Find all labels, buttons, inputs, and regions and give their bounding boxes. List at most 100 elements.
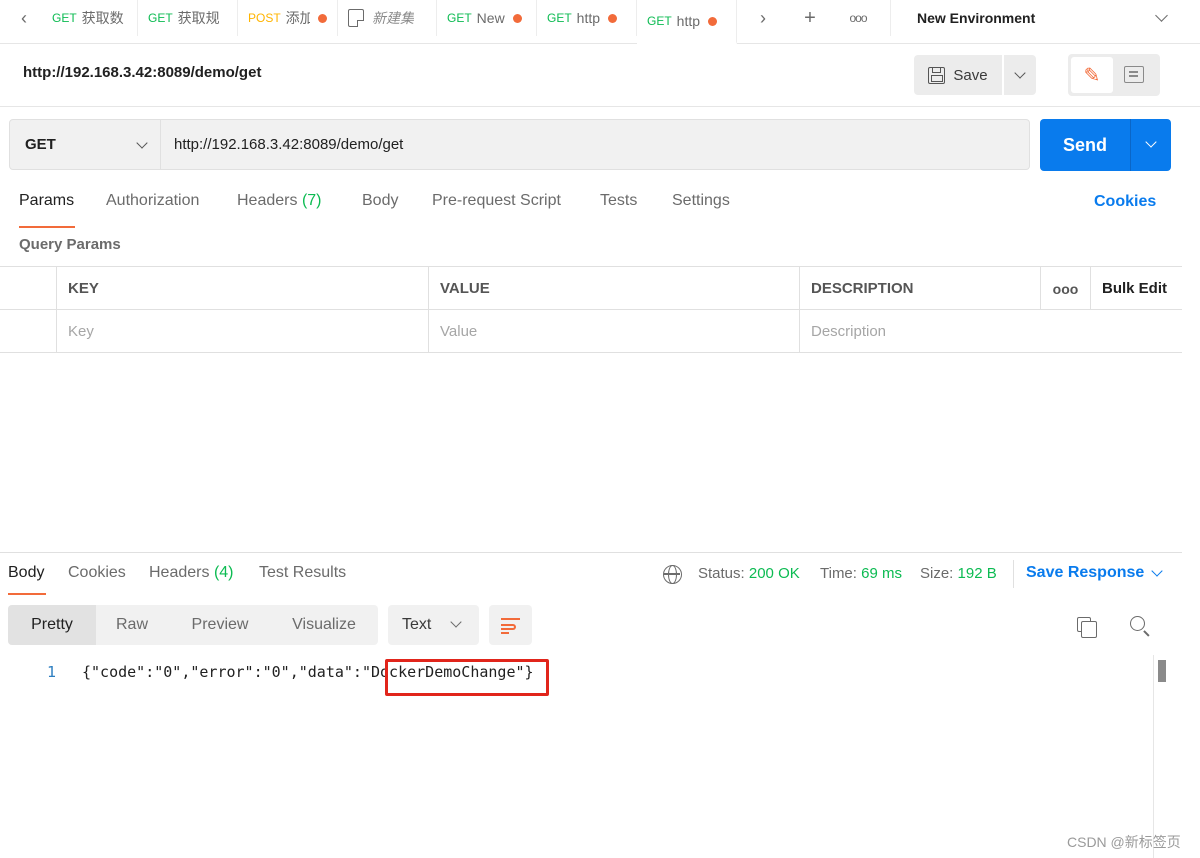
view-visualize[interactable]: Visualize — [272, 605, 376, 645]
copy-icon[interactable] — [1077, 617, 1097, 638]
tab-headers[interactable]: Headers (7) — [237, 192, 322, 210]
column-header-description: DESCRIPTION — [799, 267, 1040, 310]
tab-name: 新建集 — [372, 10, 414, 26]
line-number: 1 — [47, 663, 57, 681]
format-label: Text — [402, 616, 432, 633]
view-pretty[interactable]: Pretty — [8, 605, 96, 645]
response-tab-cookies[interactable]: Cookies — [68, 564, 126, 582]
tab-body[interactable]: Body — [362, 192, 398, 210]
tab-name: http — [576, 10, 601, 26]
method-selector[interactable]: GET — [9, 119, 161, 170]
chevron-down-icon[interactable] — [1151, 565, 1163, 577]
request-tab[interactable]: GET 获取数 — [42, 0, 138, 36]
column-header-key: KEY — [56, 267, 428, 310]
tab-strip: ‹ GET 获取数 GET 获取规 POST 添加 新建集 GET New GE… — [0, 0, 1200, 44]
url-input[interactable] — [161, 119, 1030, 170]
query-params-label: Query Params — [19, 236, 121, 253]
response-body-editor[interactable]: 1 {"code":"0","error":"0","data":"Docker… — [0, 655, 1154, 858]
unsaved-dot-icon — [512, 13, 522, 23]
wrap-lines-icon-part — [501, 624, 516, 630]
chevron-left-icon[interactable]: ‹ — [6, 0, 42, 36]
active-tab-indicator — [8, 593, 46, 595]
tab-method: GET — [647, 14, 672, 28]
tab-method: GET — [52, 11, 77, 25]
globe-icon[interactable] — [663, 565, 682, 584]
view-preview[interactable]: Preview — [171, 605, 269, 645]
bulk-edit-button[interactable]: Bulk Edit — [1090, 267, 1182, 310]
save-icon — [928, 66, 946, 84]
tab-headers-count: (7) — [301, 192, 322, 209]
tab-settings[interactable]: Settings — [672, 192, 730, 210]
request-tab[interactable]: GET http — [537, 0, 637, 36]
format-dropdown[interactable]: Text — [388, 605, 479, 645]
request-title[interactable]: http://192.168.3.42:8089/demo/get — [23, 64, 261, 81]
key-input[interactable]: Key — [56, 310, 428, 353]
send-dropdown-button[interactable] — [1130, 119, 1171, 171]
tab-authorization[interactable]: Authorization — [106, 192, 199, 210]
tab-method: GET — [447, 11, 472, 25]
tab-method: GET — [148, 11, 173, 25]
column-header-value: VALUE — [428, 267, 799, 310]
tab-name: New — [476, 10, 505, 26]
query-params-table: KEY VALUE DESCRIPTION ooo Bulk Edit Key … — [0, 266, 1182, 353]
highlight-annotation-box — [385, 659, 549, 696]
value-input[interactable]: Value — [428, 310, 799, 353]
new-tab-plus-icon[interactable]: + — [790, 0, 830, 36]
save-dropdown-button[interactable] — [1004, 55, 1036, 95]
vertical-scrollbar[interactable] — [1153, 655, 1166, 858]
tab-method: POST — [248, 11, 281, 25]
view-mode-toggle: ✎ — [1068, 54, 1160, 96]
active-tab-indicator — [19, 226, 75, 228]
save-button[interactable]: Save — [914, 55, 1002, 95]
watermark: CSDN @新标签页 — [1067, 834, 1181, 850]
request-tab[interactable]: GET New — [437, 0, 537, 36]
save-response-button[interactable]: Save Response — [1026, 564, 1144, 582]
tab-name: 添加 — [285, 10, 310, 26]
tab-prerequest-script[interactable]: Pre-request Script — [432, 192, 561, 210]
documentation-icon[interactable] — [1124, 66, 1144, 83]
tab-params[interactable]: Params — [19, 192, 74, 210]
chevron-down-icon — [1014, 67, 1026, 79]
more-tabs-icon[interactable]: ooo — [838, 0, 878, 36]
scrollbar-thumb[interactable] — [1158, 660, 1166, 682]
response-tab-test-results[interactable]: Test Results — [259, 564, 346, 582]
status-value: 200 OK — [748, 565, 800, 582]
wrap-lines-icon — [501, 618, 520, 620]
response-divider — [0, 552, 1182, 553]
response-headers-label: Headers — [149, 564, 210, 581]
tab-method: GET — [547, 11, 572, 25]
time-value: 69 ms — [861, 565, 902, 582]
chevron-down-icon — [1145, 136, 1157, 148]
chevron-down-icon — [450, 616, 462, 628]
time-readout: Time: 69 ms — [820, 565, 902, 582]
request-tab-active[interactable]: GET http — [637, 0, 737, 44]
cookies-link[interactable]: Cookies — [1094, 193, 1156, 211]
search-icon[interactable] — [1130, 616, 1145, 631]
chevron-down-icon — [136, 137, 148, 149]
header-divider — [0, 106, 1200, 107]
unsaved-dot-icon — [608, 13, 618, 23]
response-tab-body[interactable]: Body — [8, 564, 44, 582]
wrap-lines-button[interactable] — [489, 605, 532, 645]
request-tab[interactable]: POST 添加 — [238, 0, 338, 36]
unsaved-dot-icon — [318, 13, 327, 23]
more-options-icon[interactable]: ooo — [1040, 267, 1090, 310]
response-tab-headers[interactable]: Headers (4) — [149, 564, 234, 582]
tab-name: http — [676, 13, 701, 29]
send-button[interactable]: Send — [1040, 119, 1130, 171]
chevron-right-icon[interactable]: › — [745, 0, 781, 36]
time-label: Time: — [820, 565, 857, 582]
response-headers-count: (4) — [213, 564, 234, 581]
tab-tests[interactable]: Tests — [600, 192, 637, 210]
meta-divider — [1013, 560, 1014, 588]
description-input[interactable]: Description — [799, 310, 1182, 353]
collection-icon — [348, 9, 364, 27]
view-raw[interactable]: Raw — [96, 605, 168, 645]
environment-selector[interactable]: New Environment — [890, 0, 1200, 36]
method-label: GET — [25, 136, 56, 153]
collection-tab[interactable]: 新建集 — [338, 0, 437, 36]
tab-headers-label: Headers — [237, 192, 298, 209]
pencil-icon[interactable]: ✎ — [1071, 57, 1113, 93]
request-tab[interactable]: GET 获取规 — [138, 0, 238, 36]
tab-name: 获取数 — [81, 10, 124, 26]
